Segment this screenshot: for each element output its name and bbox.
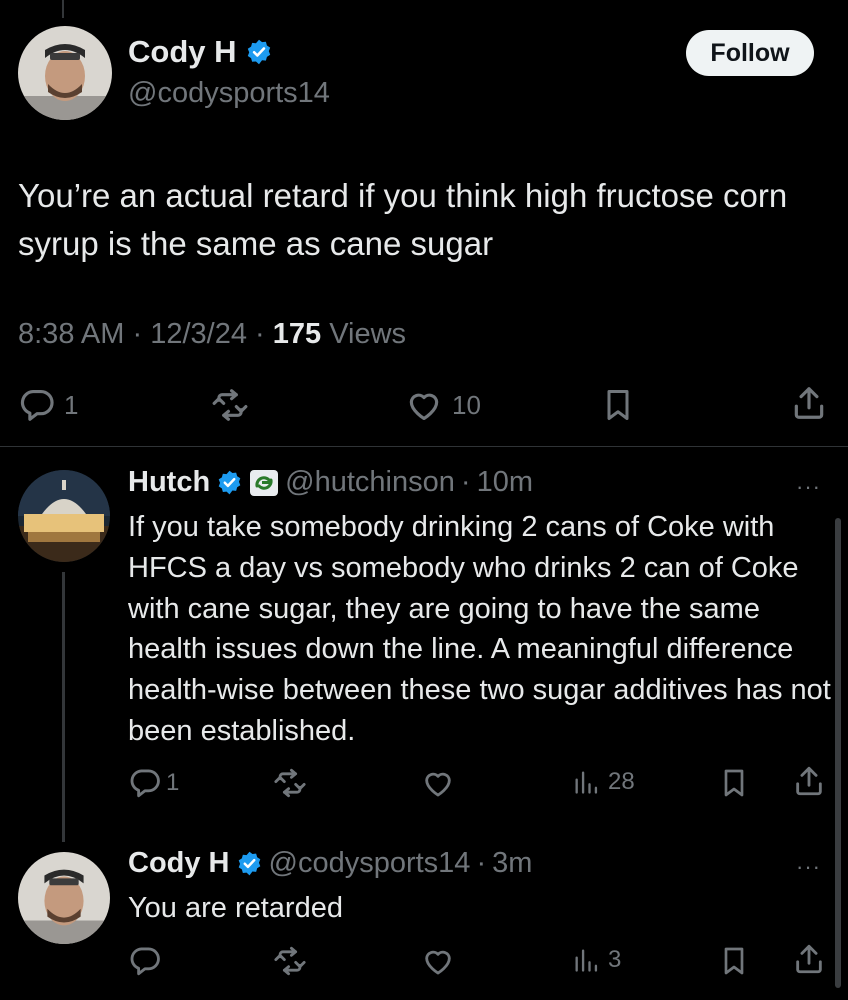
views-icon bbox=[572, 944, 600, 976]
bookmark-icon bbox=[718, 944, 750, 978]
avatar[interactable] bbox=[18, 852, 110, 944]
reply-count: 1 bbox=[64, 389, 79, 420]
divider bbox=[0, 446, 848, 447]
reply-time[interactable]: 10m bbox=[477, 466, 533, 499]
more-button[interactable]: ··· bbox=[796, 474, 821, 500]
reply-icon bbox=[128, 766, 162, 800]
thread-line-top bbox=[62, 0, 64, 18]
views-label: Views bbox=[329, 318, 407, 350]
tweet-date[interactable]: 12/3/24 bbox=[150, 318, 247, 350]
meta-separator: · bbox=[460, 466, 471, 498]
like-icon bbox=[420, 766, 456, 800]
tweet-text: You’re an actual retard if you think hig… bbox=[18, 177, 788, 262]
share-icon bbox=[792, 764, 826, 798]
retweet-button[interactable] bbox=[272, 944, 308, 978]
bookmark-icon bbox=[718, 766, 750, 800]
like-button[interactable]: 10 bbox=[404, 386, 481, 424]
tweet-meta: 8:38 AM · 12/3/24 · 175 Views bbox=[18, 318, 406, 351]
reply-button[interactable]: 1 bbox=[128, 766, 179, 800]
author-handle[interactable]: @hutchinson bbox=[285, 466, 455, 499]
reply-text: If you take somebody drinking 2 cans of … bbox=[128, 511, 831, 747]
retweet-button[interactable] bbox=[272, 766, 308, 800]
bookmark-button[interactable] bbox=[718, 944, 750, 978]
reply-time[interactable]: 3m bbox=[492, 847, 532, 880]
retweet-button[interactable] bbox=[210, 386, 250, 424]
verified-badge-icon bbox=[216, 469, 243, 496]
share-icon bbox=[790, 384, 828, 422]
views-button[interactable]: 3 bbox=[572, 944, 621, 976]
reply-count: 1 bbox=[166, 769, 180, 796]
retweet-icon bbox=[210, 386, 250, 424]
verified-badge-icon bbox=[236, 850, 263, 877]
more-icon: ··· bbox=[796, 474, 821, 499]
share-button[interactable] bbox=[792, 942, 826, 976]
more-button[interactable]: ··· bbox=[796, 854, 821, 880]
author-name[interactable]: Cody H bbox=[128, 34, 273, 70]
author-handle[interactable]: @codysports14 bbox=[128, 77, 330, 110]
more-icon: ··· bbox=[796, 854, 821, 879]
share-button[interactable] bbox=[790, 384, 828, 422]
retweet-icon bbox=[272, 944, 308, 978]
views-count: 175 bbox=[272, 318, 322, 350]
meta-separator: · bbox=[132, 318, 143, 350]
author-handle[interactable]: @codysports14 bbox=[269, 847, 471, 880]
bookmark-button[interactable] bbox=[718, 766, 750, 800]
reply-header: Hutch @hutchinson · 10m bbox=[128, 466, 533, 499]
author-name[interactable]: Hutch bbox=[128, 466, 210, 499]
like-icon bbox=[420, 944, 456, 978]
like-icon bbox=[404, 386, 444, 424]
share-button[interactable] bbox=[792, 764, 826, 798]
affiliate-badge-icon[interactable] bbox=[249, 469, 279, 497]
share-icon bbox=[792, 942, 826, 976]
verified-badge-icon bbox=[245, 38, 273, 66]
meta-separator: · bbox=[476, 847, 487, 879]
author-name[interactable]: Cody H bbox=[128, 847, 230, 880]
avatar[interactable] bbox=[18, 26, 112, 120]
author-name-text[interactable]: Cody H bbox=[128, 34, 237, 70]
tweet-time[interactable]: 8:38 AM bbox=[18, 318, 124, 350]
follow-button[interactable]: Follow bbox=[686, 30, 814, 76]
views-count: 3 bbox=[608, 946, 622, 973]
retweet-icon bbox=[272, 766, 308, 800]
bookmark-icon bbox=[600, 386, 636, 424]
like-button[interactable] bbox=[420, 944, 456, 978]
views-icon bbox=[572, 766, 600, 798]
like-count: 10 bbox=[452, 389, 481, 420]
reply-button[interactable]: 1 bbox=[18, 386, 78, 424]
bookmark-button[interactable] bbox=[600, 386, 636, 424]
views-button[interactable]: 28 bbox=[572, 766, 635, 798]
meta-separator: · bbox=[255, 318, 265, 350]
like-button[interactable] bbox=[420, 766, 456, 800]
reply-button[interactable] bbox=[128, 944, 162, 978]
reply-icon bbox=[18, 386, 56, 424]
reply-header: Cody H @codysports14 · 3m bbox=[128, 847, 532, 880]
reply-text: You are retarded bbox=[128, 892, 343, 924]
thread-line bbox=[62, 572, 65, 842]
scrollbar[interactable] bbox=[835, 518, 841, 988]
views-count: 28 bbox=[608, 768, 635, 795]
avatar[interactable] bbox=[18, 470, 110, 562]
reply-icon bbox=[128, 944, 162, 978]
